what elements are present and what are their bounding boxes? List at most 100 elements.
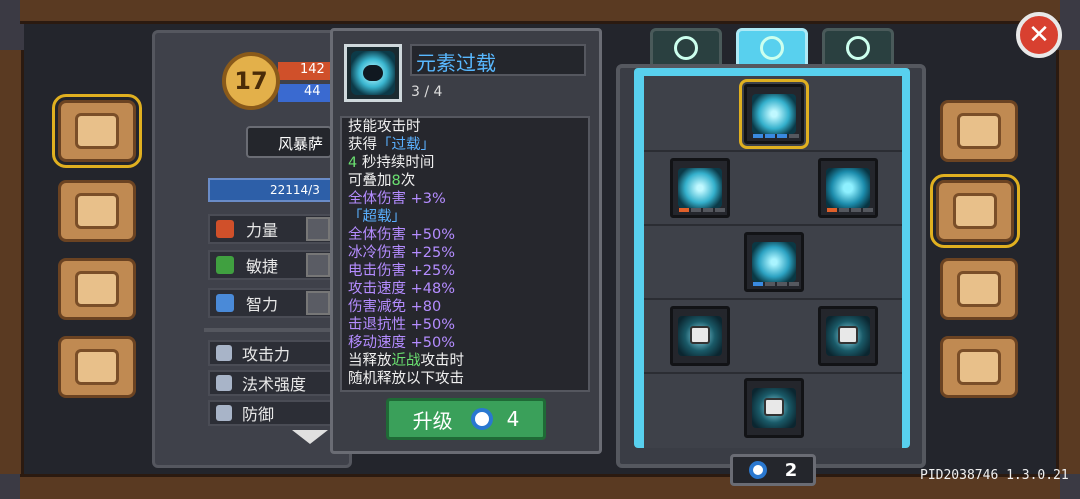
frame-top xyxy=(20,0,1060,24)
chest-icon xyxy=(75,193,119,229)
desc-line: 电击伤害 +25% xyxy=(348,263,455,279)
skill-points-counter: 2 xyxy=(730,454,816,486)
stat-strength: 力量 xyxy=(208,214,332,244)
element-overload-icon xyxy=(351,51,395,95)
leaf-icon xyxy=(846,36,870,60)
tier-divider xyxy=(644,224,902,226)
winged-emblem-icon xyxy=(760,36,784,60)
desc-line: 可叠加8次 xyxy=(348,173,416,189)
attr-defense: 防御 xyxy=(208,400,332,426)
close-button[interactable]: ✕ xyxy=(1016,12,1062,58)
gem-icon xyxy=(748,461,767,479)
skill-points-value: 2 xyxy=(784,459,798,481)
skill-node-locked[interactable] xyxy=(670,306,730,366)
frame-right xyxy=(1056,50,1080,474)
close-icon: ✕ xyxy=(1028,20,1050,50)
desc-line: 获得「过载」 xyxy=(348,137,435,153)
skill-icon xyxy=(344,44,402,102)
level-pips xyxy=(827,208,873,212)
skill-node-element-overload[interactable] xyxy=(739,79,809,149)
xp-bar: 22114/3 xyxy=(208,178,332,202)
swirl-icon xyxy=(674,36,698,60)
bell-icon xyxy=(75,349,119,385)
frame-bottom xyxy=(20,474,1060,499)
attr-attack: 攻击力 xyxy=(208,340,332,366)
tier-divider xyxy=(644,150,902,152)
skill-node-field[interactable] xyxy=(744,232,804,292)
skill-description[interactable]: 技能攻击时 获得「过载」 4 秒持续时间 可叠加8次 全体伤害 +3% 「超载」… xyxy=(340,116,590,392)
stat-label: 智力 xyxy=(246,295,279,314)
book-tab-button[interactable] xyxy=(52,94,142,168)
intellect-icon xyxy=(216,294,234,312)
desc-line: 攻击速度 +48% xyxy=(348,281,455,297)
element-overload-icon xyxy=(752,94,796,134)
level-pips xyxy=(753,134,799,138)
upgrade-cost: 4 xyxy=(506,407,520,431)
agility-icon xyxy=(216,256,234,274)
skill-node-locked[interactable] xyxy=(818,306,878,366)
tree-tab-3[interactable] xyxy=(822,28,894,68)
lightning-skill-icon xyxy=(678,168,722,208)
version-label: PID2038746 1.3.0.21 xyxy=(920,468,1069,483)
stat-decrease-button[interactable] xyxy=(306,291,330,315)
locked-skill-icon xyxy=(678,316,722,356)
divider xyxy=(204,328,332,332)
skills-tab-button[interactable] xyxy=(930,174,1020,248)
skill-node-lightning[interactable] xyxy=(670,158,730,218)
book-icon xyxy=(75,113,119,149)
lock-icon xyxy=(838,326,858,344)
upgrade-label: 升级 xyxy=(412,408,453,433)
skill-title: 元素过载 xyxy=(410,44,586,76)
stat-intellect: 智力 xyxy=(208,288,332,318)
bell-tab-button[interactable] xyxy=(58,336,136,398)
upgrade-button[interactable]: 升级 4 xyxy=(386,398,546,440)
hp-bar: 142 xyxy=(278,62,330,80)
orbs-tab-button[interactable] xyxy=(58,258,136,320)
level-pips xyxy=(679,208,725,212)
stat-label: 力量 xyxy=(246,221,279,240)
stat-label: 敏捷 xyxy=(246,257,279,276)
desc-line: 技能攻击时 xyxy=(348,119,421,135)
attr-spell-power: 法术强度 xyxy=(208,370,332,396)
shield-icon xyxy=(216,405,232,421)
attr-label: 防御 xyxy=(242,405,275,424)
gear-icon xyxy=(957,349,1001,385)
game-frame: 142 44 17 风暴萨 22114/3 力量 敏捷 智力 攻击力 法术强度 … xyxy=(0,0,1080,499)
locked-skill-icon xyxy=(752,388,796,428)
locked-skill-icon xyxy=(826,316,870,356)
attr-label: 攻击力 xyxy=(242,345,291,364)
skill-node-vortex[interactable] xyxy=(818,158,878,218)
crossed-swords-icon xyxy=(953,193,997,229)
strength-icon xyxy=(216,220,234,238)
character-name: 风暴萨 xyxy=(246,126,332,158)
skill-node-locked[interactable] xyxy=(744,378,804,438)
desc-line: 全体伤害 +50% xyxy=(348,227,455,243)
tier-divider xyxy=(644,372,902,374)
desc-line: 冰冷伤害 +25% xyxy=(348,245,455,261)
compass-icon xyxy=(957,271,1001,307)
level-badge: 17 xyxy=(222,52,280,110)
stat-agility: 敏捷 xyxy=(208,250,332,280)
tree-tab-1[interactable] xyxy=(650,28,722,68)
wand-icon xyxy=(216,375,232,391)
compass-tab-button[interactable] xyxy=(940,258,1018,320)
desc-line: 伤害减免 +80 xyxy=(348,299,442,315)
gem-icon xyxy=(470,408,493,430)
stat-decrease-button[interactable] xyxy=(306,253,330,277)
settings-tab-button[interactable] xyxy=(940,336,1018,398)
desc-line: 当释放近战攻击时 xyxy=(348,353,464,369)
desc-line: 击退抗性 +50% xyxy=(348,317,455,333)
helmet-tab-button[interactable] xyxy=(940,100,1018,162)
skill-level: 3 / 4 xyxy=(411,84,443,100)
stat-decrease-button[interactable] xyxy=(306,217,330,241)
energy-field-icon xyxy=(752,242,796,282)
frame-left xyxy=(0,50,24,474)
desc-line: 移动速度 +50% xyxy=(348,335,455,351)
mp-bar: 44 xyxy=(278,84,330,102)
tree-tab-2[interactable] xyxy=(736,28,808,68)
lock-icon xyxy=(764,398,784,416)
sword-icon xyxy=(216,345,232,361)
attr-label: 法术强度 xyxy=(242,375,307,394)
chest-tab-button[interactable] xyxy=(58,180,136,242)
tier-divider xyxy=(644,298,902,300)
